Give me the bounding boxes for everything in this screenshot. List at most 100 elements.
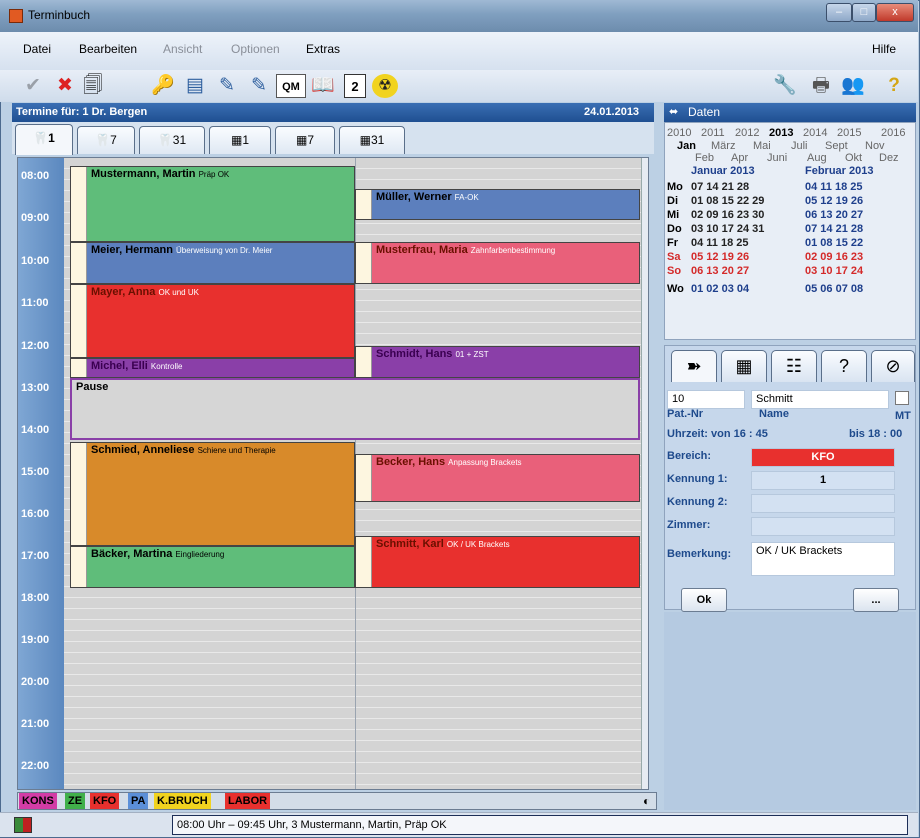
jan-row[interactable]: 07 14 21 28 <box>691 181 749 193</box>
pat-nr-field[interactable]: 10 <box>667 390 745 409</box>
tab-group-7[interactable]: ▦7 <box>275 126 335 154</box>
menu-extras[interactable]: Extras <box>306 42 340 56</box>
month-nov[interactable]: Nov <box>865 140 885 152</box>
help-icon[interactable]: ? <box>884 74 904 98</box>
feb-row[interactable]: 03 10 17 24 <box>805 265 863 277</box>
minimize-button[interactable]: – <box>826 3 852 22</box>
tab-day-1[interactable]: 🦷1 <box>15 124 73 155</box>
feb-row[interactable]: 05 12 19 26 <box>805 195 863 207</box>
menu-hilfe[interactable]: Hilfe <box>872 42 896 56</box>
teeth-tab[interactable]: ▦ <box>721 350 767 382</box>
group-icon[interactable]: 👥 <box>838 74 868 98</box>
legend-kons: KONS <box>19 793 57 809</box>
back-icon[interactable]: ⬌ <box>669 105 678 118</box>
menu-bearbeiten[interactable]: Bearbeiten <box>79 42 137 56</box>
appointment-pause[interactable]: Pause <box>70 378 640 440</box>
key-icon[interactable]: 🔑 <box>148 74 178 98</box>
year-2012[interactable]: 2012 <box>735 127 759 139</box>
feb-row[interactable]: 01 08 15 22 <box>805 237 863 249</box>
appointment-mueller[interactable]: Müller, Werner FA-OK <box>355 189 640 220</box>
radiation-icon[interactable]: ☢ <box>372 74 398 98</box>
zimmer-field[interactable] <box>751 517 895 536</box>
kennung2-field[interactable] <box>751 494 895 513</box>
year-2010[interactable]: 2010 <box>667 127 691 139</box>
printer-icon[interactable]: 🖶 <box>806 74 836 98</box>
cancel-tab[interactable]: ⊘ <box>871 350 915 382</box>
month-maerz[interactable]: März <box>711 140 735 152</box>
feb-row[interactable]: 06 13 20 27 <box>805 209 863 221</box>
year-2011[interactable]: 2011 <box>701 127 725 139</box>
appointment-mustermann[interactable]: Mustermann, Martin Präp OK <box>70 166 355 242</box>
card-icon[interactable]: ▤ <box>180 74 210 98</box>
appointment-baecker[interactable]: Bäcker, Martina Eingliederung <box>70 546 355 588</box>
appointment-musterfrau[interactable]: Musterfrau, Maria Zahnfarbenbestimmung <box>355 242 640 284</box>
query-tab[interactable]: ? <box>821 350 867 382</box>
appointment-mayer[interactable]: Mayer, Anna OK und UK <box>70 284 355 358</box>
jan-weeks[interactable]: 01 02 03 04 <box>691 283 749 295</box>
month-juli[interactable]: Juli <box>791 140 808 152</box>
check-icon[interactable]: ✔ <box>20 74 46 98</box>
kennung1-field[interactable]: 1 <box>751 471 895 490</box>
year-2016[interactable]: 2016 <box>881 127 905 139</box>
tools-icon[interactable]: 🔧 <box>770 74 800 98</box>
scroll-end-icon[interactable]: ◐ <box>640 793 653 809</box>
tab-day-7[interactable]: 🦷7 <box>77 126 135 154</box>
menu-optionen[interactable]: Optionen <box>231 42 280 56</box>
more-button[interactable]: ... <box>853 588 899 612</box>
month-juni[interactable]: Juni <box>767 152 787 164</box>
name-field[interactable]: Schmitt <box>751 390 889 409</box>
print-preview-icon[interactable]: 🗐 <box>80 74 106 98</box>
bereich-field[interactable]: KFO <box>751 448 895 467</box>
month-mai[interactable]: Mai <box>753 140 771 152</box>
qm-icon[interactable]: QM <box>276 74 306 98</box>
tooth-icon: 🦷 <box>157 133 173 147</box>
month-apr[interactable]: Apr <box>731 152 748 164</box>
edit2-icon[interactable]: ✎ <box>244 74 274 98</box>
patient-tab[interactable]: ➽ <box>671 350 717 382</box>
month-okt[interactable]: Okt <box>845 152 862 164</box>
menu-ansicht[interactable]: Ansicht <box>163 42 202 56</box>
tab-day-31[interactable]: 🦷31 <box>139 126 205 154</box>
tab-group-31[interactable]: ▦31 <box>339 126 405 154</box>
mt-checkbox[interactable] <box>895 391 909 405</box>
month-sept[interactable]: Sept <box>825 140 848 152</box>
appointment-michel[interactable]: Michel, Elli Kontrolle <box>70 358 355 378</box>
schedule-grid[interactable]: 08:00 09:00 10:00 11:00 12:00 13:00 14:0… <box>17 157 649 790</box>
year-2014[interactable]: 2014 <box>803 127 827 139</box>
appointment-schmidt[interactable]: Schmidt, Hans 01 + ZST <box>355 346 640 378</box>
jan-row[interactable]: 02 09 16 23 30 <box>691 209 764 221</box>
book-icon[interactable]: 📖 <box>310 74 336 98</box>
jan-row[interactable]: 04 11 18 25 <box>691 237 749 249</box>
schedule-scrollbar[interactable] <box>641 158 648 789</box>
feb-row[interactable]: 02 09 16 23 <box>805 251 863 263</box>
month-feb[interactable]: Feb <box>695 152 714 164</box>
appointment-meier[interactable]: Meier, Hermann Überweisung von Dr. Meier <box>70 242 355 284</box>
pat-nr-label: Pat.-Nr <box>667 408 704 420</box>
year-2015[interactable]: 2015 <box>837 127 861 139</box>
tab-group-1[interactable]: ▦1 <box>209 126 271 154</box>
appointment-becker[interactable]: Becker, Hans Anpassung Brackets <box>355 454 640 502</box>
feb-row[interactable]: 04 11 18 25 <box>805 181 863 193</box>
jan-row[interactable]: 05 12 19 26 <box>691 251 749 263</box>
appointment-schmied[interactable]: Schmied, Anneliese Schiene und Therapie <box>70 442 355 546</box>
feb-weeks[interactable]: 05 06 07 08 <box>805 283 863 295</box>
ok-button[interactable]: Ok <box>681 588 727 612</box>
bemerkung-field[interactable]: OK / UK Brackets <box>751 542 895 576</box>
jan-row[interactable]: 06 13 20 27 <box>691 265 749 277</box>
daten-header: ⬌ Daten <box>664 103 916 122</box>
delete-icon[interactable]: ✖ <box>52 74 78 98</box>
feb-row[interactable]: 07 14 21 28 <box>805 223 863 235</box>
group-tab[interactable]: ☷ <box>771 350 817 382</box>
menu-datei[interactable]: Datei <box>23 42 51 56</box>
jan-row[interactable]: 01 08 15 22 29 <box>691 195 764 207</box>
month-jan[interactable]: Jan <box>677 140 696 152</box>
maximize-button[interactable]: □ <box>852 3 876 22</box>
appointment-schmitt[interactable]: Schmitt, Karl OK / UK Brackets <box>355 536 640 588</box>
jan-row[interactable]: 03 10 17 24 31 <box>691 223 764 235</box>
edit-icon[interactable]: ✎ <box>212 74 242 98</box>
month-aug[interactable]: Aug <box>807 152 827 164</box>
month-dez[interactable]: Dez <box>879 152 899 164</box>
year-2013[interactable]: 2013 <box>769 127 793 139</box>
close-button[interactable]: x <box>876 3 914 22</box>
number-icon[interactable]: 2 <box>344 74 366 98</box>
